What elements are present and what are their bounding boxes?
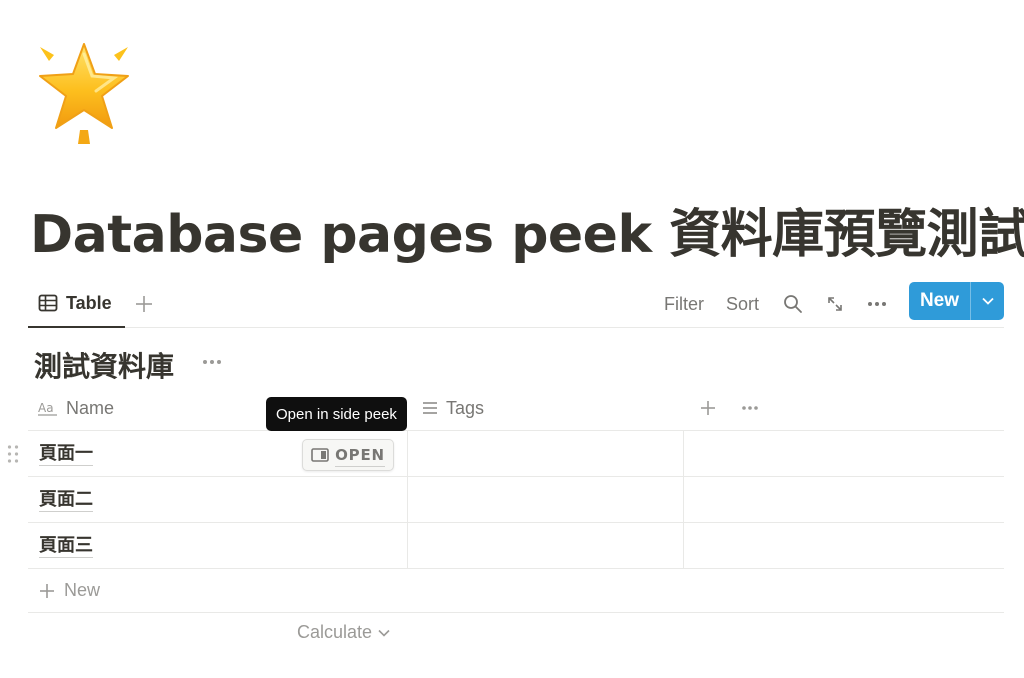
list-icon (423, 402, 437, 414)
sort-button[interactable]: Sort (726, 290, 759, 318)
new-button[interactable]: New (909, 282, 1004, 320)
table-icon (38, 294, 58, 312)
row-empty-cell (683, 431, 1004, 477)
new-button-label[interactable]: New (909, 282, 971, 320)
open-button-label: OPEN (335, 444, 385, 467)
column-header-name[interactable]: Aa Name (38, 385, 114, 431)
database-more-button[interactable] (200, 352, 224, 372)
table-row[interactable]: 頁面三 (28, 523, 1004, 569)
add-property-button[interactable] (696, 396, 720, 420)
more-icon (203, 360, 221, 364)
new-dropdown-button[interactable] (971, 282, 1004, 320)
open-side-peek-button[interactable]: OPEN (302, 439, 394, 471)
expand-icon (828, 297, 842, 311)
view-bar: Table Filter Sort New (28, 280, 1004, 328)
more-icon (868, 302, 886, 306)
glowing-star-icon[interactable] (32, 38, 136, 146)
row-title[interactable]: 頁面三 (39, 535, 93, 558)
open-full-page-button[interactable] (822, 290, 848, 318)
add-row-button[interactable]: New (28, 569, 1004, 613)
column-label: Tags (446, 397, 485, 418)
calculate-button[interactable]: Calculate (297, 622, 390, 643)
add-view-button[interactable] (132, 292, 156, 316)
table-row[interactable]: 頁面二 (28, 477, 1004, 523)
plus-icon (40, 583, 54, 598)
column-label: Name (66, 397, 115, 418)
row-empty-cell (683, 523, 1004, 569)
side-peek-icon (311, 448, 329, 462)
view-more-button[interactable] (864, 290, 890, 318)
database-title[interactable]: 測試資料庫 (34, 345, 174, 385)
calculate-label: Calculate (297, 622, 373, 642)
row-tags-cell[interactable] (407, 431, 683, 477)
row-tags-cell[interactable] (407, 477, 683, 523)
row-name-cell[interactable]: 頁面一 OPEN (28, 431, 407, 477)
add-row-label: New (64, 580, 101, 600)
more-icon (742, 406, 758, 410)
plus-icon (136, 296, 152, 312)
side-peek-tooltip: Open in side peek (266, 397, 407, 431)
chevron-down-icon (378, 629, 390, 637)
row-name-cell[interactable]: 頁面二 (28, 477, 407, 523)
database-table: Aa Name Tags 頁面一 OPEN 頁面二 頁面三 New (7, 385, 1004, 613)
svg-text:Aa: Aa (38, 401, 54, 415)
plus-icon (701, 401, 715, 415)
row-title[interactable]: 頁面一 (39, 443, 93, 466)
row-title[interactable]: 頁面二 (39, 489, 93, 512)
tab-table[interactable]: Table (28, 280, 125, 328)
text-aa-icon: Aa (38, 401, 57, 416)
table-row[interactable]: 頁面一 OPEN (7, 431, 1004, 477)
chevron-down-icon (981, 297, 994, 305)
search-button[interactable] (780, 290, 806, 318)
search-icon (784, 295, 802, 313)
drag-handle-icon[interactable] (6, 444, 20, 464)
properties-more-button[interactable] (738, 398, 762, 418)
table-header: Aa Name Tags (28, 385, 1004, 431)
row-empty-cell (683, 477, 1004, 523)
filter-button[interactable]: Filter (664, 290, 704, 318)
row-tags-cell[interactable] (407, 523, 683, 569)
tab-label: Table (66, 292, 112, 313)
page-title[interactable]: Database pages peek 資料庫預覽測試 (30, 192, 1024, 267)
column-header-tags[interactable]: Tags (422, 385, 484, 431)
row-name-cell[interactable]: 頁面三 (28, 523, 407, 569)
